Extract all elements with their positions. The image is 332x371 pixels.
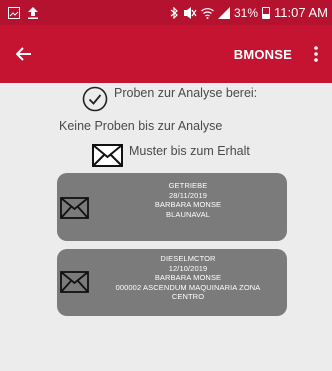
- envelope-icon: [92, 144, 123, 167]
- samples-row: Muster bis zum Erhalt: [92, 140, 250, 167]
- sample-card[interactable]: DIESELMCTOR 12/10/2019 BARBARA MONSE 000…: [57, 249, 287, 316]
- card-person: BARBARA MONSE: [154, 200, 222, 209]
- status-time: 11:07 AM: [274, 5, 328, 20]
- envelope-icon: [60, 271, 89, 293]
- ready-label: Proben zur Analyse berei:: [114, 86, 258, 100]
- card-component: DIESELMCTOR: [160, 254, 216, 263]
- arrow-left-icon: [16, 47, 31, 61]
- card-component: GETRIEBE: [168, 181, 208, 190]
- status-left: [0, 6, 38, 19]
- card-details: GETRIEBE 28/11/2019 BARBARA MONSE BLAUNA…: [93, 181, 283, 219]
- card-details: DIESELMCTOR 12/10/2019 BARBARA MONSE 000…: [93, 254, 283, 302]
- screen: 31% 11:07 AM BMONSE Proben zur Analyse b…: [0, 0, 332, 371]
- ready-row: Proben zur Analyse berei:: [82, 86, 257, 112]
- status-bar: 31% 11:07 AM: [0, 0, 332, 25]
- card-person: BARBARA MONSE: [154, 273, 222, 282]
- battery-percent: 31%: [234, 5, 259, 20]
- card-company: BLAUNAVAL: [166, 209, 210, 219]
- more-vert-icon: [314, 46, 318, 62]
- image-icon: [8, 6, 20, 19]
- mute-icon: [183, 6, 197, 19]
- back-button[interactable]: [2, 25, 46, 83]
- bluetooth-icon: [170, 6, 179, 19]
- signal-icon: [218, 6, 230, 19]
- samples-label: Muster bis zum Erhalt: [129, 143, 250, 158]
- wifi-icon: [201, 7, 214, 19]
- upload-icon: [28, 6, 38, 19]
- no-samples-label: Keine Proben bis zur Analyse: [59, 119, 223, 133]
- card-date: 28/11/2019: [169, 190, 207, 200]
- envelope-icon: [60, 197, 89, 219]
- battery-icon: [262, 6, 271, 19]
- card-company: 000002 ASCENDUM MAQUINARIA ZONA: [115, 282, 261, 292]
- check-circle-icon: [82, 86, 108, 112]
- sample-card[interactable]: GETRIEBE 28/11/2019 BARBARA MONSE BLAUNA…: [57, 173, 287, 241]
- card-date: 12/10/2019: [168, 263, 208, 273]
- status-right: 31% 11:07 AM: [170, 5, 332, 20]
- overflow-menu-button[interactable]: [304, 25, 328, 83]
- app-title: BMONSE: [233, 46, 292, 62]
- card-company-line2: CENTRO: [171, 292, 205, 301]
- app-bar: BMONSE: [0, 25, 332, 83]
